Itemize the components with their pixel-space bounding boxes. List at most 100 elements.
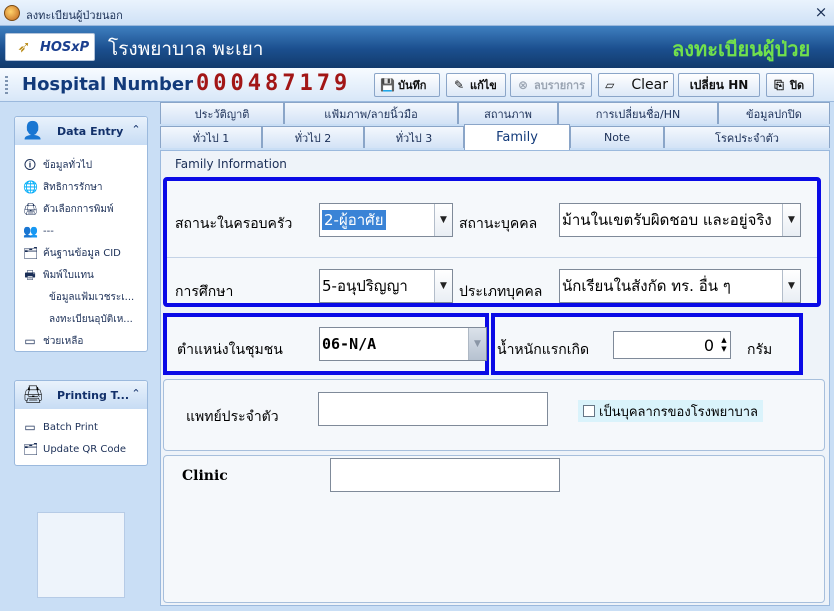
module-title: ลงทะเบียนผู้ป่วย bbox=[672, 37, 811, 61]
person-type-value: นักเรียนในสังกัด ทร. อื่น ๆ bbox=[562, 277, 731, 295]
spin-up-icon[interactable]: ▲ bbox=[718, 336, 730, 345]
change-hn-button[interactable]: เปลี่ยน HN bbox=[678, 73, 760, 97]
logo-text: HOSxP bbox=[40, 40, 90, 55]
tab-general-1[interactable]: ทั่วไป 1 bbox=[160, 126, 262, 148]
family-status-group: สถานะในครอบครัว 2-ผู้อาศัย ▼ สถานะบุคคล … bbox=[163, 177, 821, 307]
printing-icon: 🖨 bbox=[22, 385, 44, 405]
app-icon bbox=[4, 5, 20, 21]
hospital-name: โรงพยาบาล พะเยา bbox=[108, 38, 264, 60]
nav-item-label: พิมพ์ใบแทน bbox=[43, 269, 94, 281]
spin-down-icon[interactable]: ▼ bbox=[718, 345, 730, 354]
community-position-label: ตำแหน่งในชุมชน bbox=[177, 342, 283, 358]
section-caption: Family Information bbox=[175, 157, 287, 171]
hn-label: Hospital Number bbox=[22, 74, 193, 95]
tab-general-3[interactable]: ทั่วไป 3 bbox=[364, 126, 464, 148]
data-entry-panel-header[interactable]: 👤 Data Entry ⌃ bbox=[15, 117, 147, 145]
birth-weight-stepper[interactable]: 0 ▲ ▼ bbox=[613, 331, 731, 359]
person-type-label: ประเภทบุคคล bbox=[459, 284, 543, 300]
save-button-label: บันทึก bbox=[398, 79, 427, 92]
qr-update-icon: 🗂 bbox=[23, 442, 39, 456]
tab-bar: ประวัติญาติ แฟ้มภาพ/ลายนิ้วมือ สถานภาพ ก… bbox=[160, 102, 834, 150]
tab-chronic-disease[interactable]: โรคประจำตัว bbox=[664, 126, 830, 148]
tab-family[interactable]: Family bbox=[464, 124, 570, 150]
education-select[interactable]: 5-อนุปริญญา ▼ bbox=[319, 269, 453, 303]
toolbar: Hospital Number 000487179 💾 บันทึก ✎ แก้… bbox=[0, 68, 834, 102]
nav-medical-records[interactable]: ข้อมูลแฟ้มเวชระเ... bbox=[49, 287, 134, 307]
chevron-down-icon[interactable]: ▼ bbox=[782, 270, 800, 302]
family-tab-content: Family Information สถานะในครอบครัว 2-ผู้… bbox=[160, 150, 830, 606]
delete-button[interactable]: ⊗ ลบรายการ bbox=[510, 73, 592, 97]
family-status-select[interactable]: 2-ผู้อาศัย ▼ bbox=[319, 203, 453, 237]
nav-cid-search[interactable]: 🗂 ค้นฐานข้อมูล CID bbox=[23, 243, 121, 263]
nav-general-info[interactable]: 🛈 ข้อมูลทั่วไป bbox=[23, 155, 92, 175]
nav-treatment-rights[interactable]: 🌐 สิทธิการรักษา bbox=[23, 177, 102, 197]
clear-button-label: Clear bbox=[631, 77, 668, 93]
nav-batch-print[interactable]: ▭ Batch Print bbox=[23, 417, 98, 437]
doctor-input[interactable] bbox=[318, 392, 548, 426]
birth-weight-label: น้ำหนักแรกเกิด bbox=[497, 342, 590, 358]
tab-photo-fingerprint[interactable]: แฟ้มภาพ/ลายนิ้วมือ bbox=[284, 102, 458, 124]
family-status-label: สถานะในครอบครัว bbox=[175, 216, 293, 232]
toolbar-grip[interactable] bbox=[5, 76, 8, 94]
close-button-label: ปิด bbox=[790, 79, 805, 92]
checkbox-box[interactable] bbox=[583, 405, 595, 417]
window-title: ลงทะเบียนผู้ป่วยนอก bbox=[26, 9, 123, 22]
chevron-down-icon[interactable]: ▼ bbox=[782, 204, 800, 236]
users-icon: 👥 bbox=[23, 224, 38, 238]
tab-status[interactable]: สถานภาพ bbox=[458, 102, 558, 124]
edit-button[interactable]: ✎ แก้ไข bbox=[446, 73, 506, 97]
tab-confidential[interactable]: ข้อมูลปกปิด bbox=[718, 102, 830, 124]
nav-item-label: ค้นฐานข้อมูล CID bbox=[43, 247, 121, 259]
tab-relatives[interactable]: ประวัติญาติ bbox=[160, 102, 284, 124]
tab-note[interactable]: Note bbox=[570, 126, 664, 148]
person-status-label: สถานะบุคคล bbox=[459, 216, 538, 232]
window-close-button[interactable]: × bbox=[812, 3, 830, 21]
floppy-disk-icon: 💾 bbox=[380, 78, 395, 92]
clinic-group: Clinic bbox=[163, 455, 825, 603]
batch-print-icon: ▭ bbox=[24, 420, 36, 434]
community-position-group: ตำแหน่งในชุมชน 06-N/A ▼ bbox=[163, 313, 489, 375]
nav-update-qr[interactable]: 🗂 Update QR Code bbox=[23, 439, 126, 459]
birth-weight-group: น้ำหนักแรกเกิด 0 ▲ ▼ กรัม bbox=[491, 313, 803, 375]
data-entry-panel: 👤 Data Entry ⌃ 🛈 ข้อมูลทั่วไป 🌐 สิทธิการ… bbox=[14, 116, 148, 352]
nav-separator-item[interactable]: 👥 --- bbox=[23, 221, 54, 241]
chevron-up-icon[interactable]: ⌃ bbox=[129, 387, 143, 401]
person-status-value: ม้านในเขตรับผิดชอบ และอยู่จริง bbox=[562, 211, 772, 229]
clinic-input[interactable] bbox=[330, 458, 560, 492]
printing-title: Printing T... bbox=[57, 389, 130, 402]
person-status-select[interactable]: ม้านในเขตรับผิดชอบ และอยู่จริง ▼ bbox=[559, 203, 801, 237]
data-entry-icon: 👤 bbox=[22, 121, 44, 141]
help-icon: ▭ bbox=[24, 334, 36, 348]
print-options-icon: 🖨 bbox=[23, 202, 39, 216]
person-type-select[interactable]: นักเรียนในสังกัด ทร. อื่น ๆ ▼ bbox=[559, 269, 801, 303]
eraser-icon: ▱ bbox=[605, 78, 615, 92]
birth-weight-value: 0 bbox=[703, 335, 714, 355]
nav-accident-registration[interactable]: ลงทะเบียนอุบัติเห... bbox=[49, 309, 133, 329]
tab-name-hn-change[interactable]: การเปลี่ยนชื่อ/HN bbox=[558, 102, 718, 124]
save-button[interactable]: 💾 บันทึก bbox=[374, 73, 440, 97]
chevron-up-icon[interactable]: ⌃ bbox=[129, 123, 143, 137]
nav-item-label: Update QR Code bbox=[43, 443, 126, 455]
hospital-staff-checkbox[interactable]: เป็นบุคลากรของโรงพยาบาล bbox=[578, 400, 764, 422]
close-button[interactable]: ⎘ ปิด bbox=[766, 73, 814, 97]
header-banner: ➶ HOSxP โรงพยาบาล พะเยา ลงทะเบียนผู้ป่วย bbox=[0, 26, 834, 68]
card-search-icon: 🗂 bbox=[23, 246, 39, 260]
printer-icon: 🖶 bbox=[24, 268, 36, 282]
nav-item-label: Batch Print bbox=[43, 421, 98, 433]
delete-button-label: ลบรายการ bbox=[534, 79, 585, 92]
sidebar: 👤 Data Entry ⌃ 🛈 ข้อมูลทั่วไป 🌐 สิทธิการ… bbox=[0, 102, 160, 611]
printing-panel-header[interactable]: 🖨 Printing T... ⌃ bbox=[15, 381, 147, 409]
education-value: 5-อนุปริญญา bbox=[322, 277, 408, 295]
chevron-down-icon[interactable]: ▼ bbox=[434, 270, 452, 302]
chevron-down-icon[interactable]: ▼ bbox=[434, 204, 452, 236]
tab-general-2[interactable]: ทั่วไป 2 bbox=[262, 126, 364, 148]
nav-print-replacement[interactable]: 🖶 พิมพ์ใบแทน bbox=[23, 265, 94, 285]
nav-help[interactable]: ▭ ช่วยเหลือ bbox=[23, 331, 83, 351]
nav-print-options[interactable]: 🖨 ตัวเลือกการพิมพ์ bbox=[23, 199, 114, 219]
globe-icon: 🌐 bbox=[23, 180, 38, 194]
window-title-bar: ลงทะเบียนผู้ป่วยนอก × bbox=[0, 0, 834, 26]
chevron-down-icon[interactable]: ▼ bbox=[468, 328, 486, 360]
clear-button[interactable]: ▱ Clear bbox=[598, 73, 674, 97]
community-position-select[interactable]: 06-N/A ▼ bbox=[319, 327, 487, 361]
hospital-staff-label: เป็นบุคลากรของโรงพยาบาล bbox=[599, 404, 759, 420]
